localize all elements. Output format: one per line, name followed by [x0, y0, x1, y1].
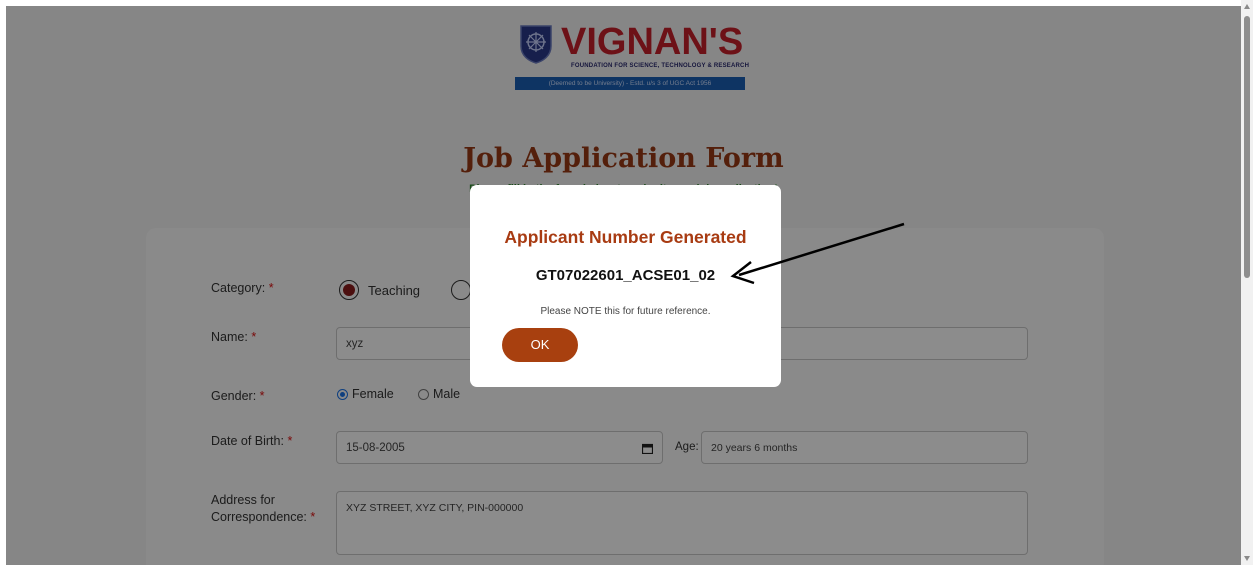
scroll-thumb[interactable] [1244, 16, 1250, 278]
page-viewport: VIGNAN'S FOUNDATION FOR SCIENCE, TECHNOL… [6, 6, 1241, 565]
scroll-up-icon[interactable] [1244, 4, 1250, 9]
arrow-annotation-icon [730, 222, 905, 285]
vertical-scrollbar[interactable] [1241, 0, 1253, 565]
scroll-down-icon[interactable] [1244, 556, 1250, 561]
